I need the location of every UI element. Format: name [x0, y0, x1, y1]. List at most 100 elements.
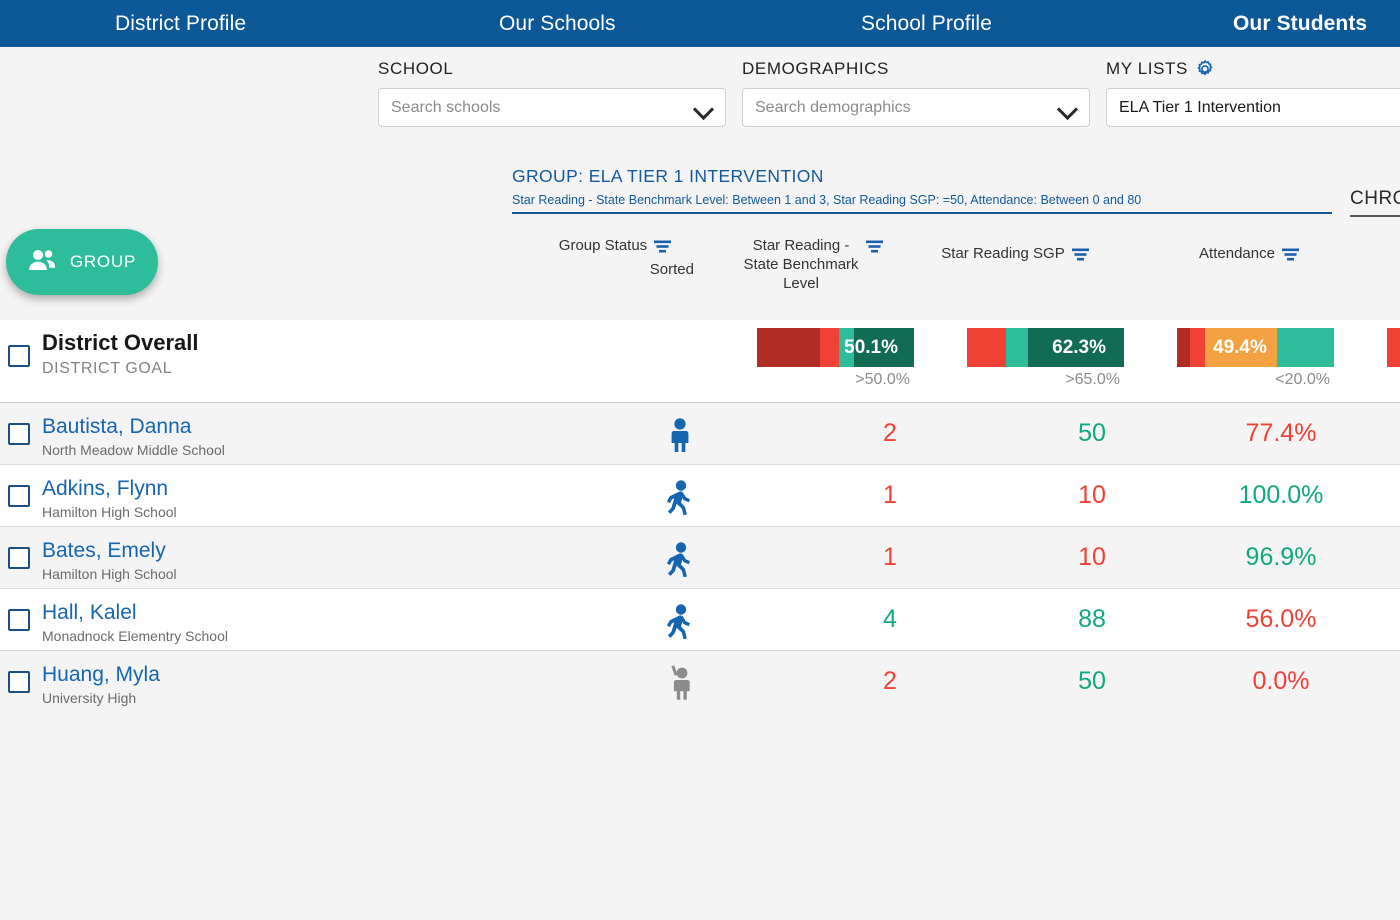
district-overall-row: District Overall DISTRICT GOAL 50.1% >50…: [0, 320, 1400, 403]
filter-icon[interactable]: [1071, 247, 1089, 261]
benchmark-value: 2: [883, 419, 897, 447]
sgp-value: 10: [1078, 543, 1106, 571]
student-name-cell: Bates, Emely Hamilton High School: [42, 539, 177, 582]
table-row[interactable]: Bautista, Danna North Meadow Middle Scho…: [0, 403, 1400, 465]
student-name-link[interactable]: Hall, Kalel: [42, 601, 228, 625]
people-icon: [28, 248, 58, 277]
filter-icon[interactable]: [865, 239, 883, 253]
sgp-value: 88: [1078, 605, 1106, 633]
row-checkbox[interactable]: [8, 423, 30, 445]
column-header-attendance: Attendance: [1174, 244, 1324, 263]
student-name-link[interactable]: Bates, Emely: [42, 539, 177, 563]
person-walking-icon: [595, 479, 765, 515]
column-header-benchmark-label: Star Reading - State Benchmark Level: [743, 236, 858, 293]
filter-bar: SCHOOL Search schools DEMOGRAPHICS Searc…: [0, 47, 1400, 159]
benchmark-bar-label: 50.1%: [844, 337, 898, 358]
attendance-value: 56.0%: [1245, 605, 1317, 633]
table-row[interactable]: Huang, Myla University High 2 50 0.0%: [0, 651, 1400, 713]
attendance-bar-track: 49.4%: [1177, 328, 1334, 367]
attendance-bar-label: 49.4%: [1213, 337, 1267, 358]
demographics-filter-group: DEMOGRAPHICS Search demographics: [742, 59, 1090, 127]
bar-segment: [819, 328, 839, 367]
student-name-cell: Hall, Kalel Monadnock Elementry School: [42, 601, 228, 644]
sgp-value: 50: [1078, 667, 1106, 695]
school-filter-label: SCHOOL: [378, 59, 454, 78]
bar-segment: [1277, 328, 1334, 367]
person-standing-icon: [595, 417, 765, 453]
bar-segment: [757, 328, 820, 367]
group-button[interactable]: GROUP: [6, 229, 158, 295]
sgp-bar-label: 62.3%: [1052, 337, 1106, 358]
demographics-filter-label: DEMOGRAPHICS: [742, 59, 889, 78]
sgp-bar-track: 62.3%: [967, 328, 1124, 367]
sgp-goal-text: >65.0%: [1065, 371, 1120, 388]
gear-icon[interactable]: [1195, 59, 1215, 79]
group-status-cell: [595, 417, 765, 453]
my-lists-value: ELA Tier 1 Intervention: [1119, 98, 1281, 116]
column-header-chronic: CHRO: [1385, 244, 1400, 263]
filter-icon[interactable]: [1281, 247, 1299, 261]
student-school: Hamilton High School: [42, 566, 177, 582]
bar-segment: [967, 328, 1007, 367]
group-status-cell: [595, 541, 765, 577]
attendance-value: 77.4%: [1245, 419, 1317, 447]
chronic-progress-bar: [1387, 328, 1400, 367]
benchmark-bar-track: 50.1%: [757, 328, 914, 367]
group-status-cell: [595, 603, 765, 639]
sgp-value: 50: [1078, 419, 1106, 447]
student-name-link[interactable]: Bautista, Danna: [42, 415, 225, 439]
demographics-search-placeholder: Search demographics: [755, 98, 911, 116]
group-status-cell: [595, 665, 765, 701]
attendance-goal-text: <20.0%: [1275, 371, 1330, 388]
student-name-cell: Huang, Myla University High: [42, 663, 160, 706]
column-header-sgp: Star Reading SGP: [920, 244, 1110, 263]
nav-item-our-schools[interactable]: Our Schools: [499, 12, 616, 36]
group-criteria: Star Reading - State Benchmark Level: Be…: [512, 187, 1332, 214]
students-table: District Overall DISTRICT GOAL 50.1% >50…: [0, 320, 1400, 713]
school-search-placeholder: Search schools: [391, 98, 501, 116]
table-row[interactable]: Adkins, Flynn Hamilton High School 1 10 …: [0, 465, 1400, 527]
chronic-bar-track: [1387, 328, 1400, 367]
row-checkbox[interactable]: [8, 547, 30, 569]
student-name-cell: Bautista, Danna North Meadow Middle Scho…: [42, 415, 225, 458]
district-overall-checkbox[interactable]: [8, 345, 30, 367]
filter-icon[interactable]: [654, 239, 672, 253]
student-school: University High: [42, 690, 137, 706]
student-name-link[interactable]: Adkins, Flynn: [42, 477, 177, 501]
row-checkbox[interactable]: [8, 485, 30, 507]
bar-segment: [1006, 328, 1029, 367]
chevron-down-icon: [1058, 102, 1077, 113]
demographics-search-input[interactable]: Search demographics: [742, 88, 1090, 127]
column-header-attendance-label: Attendance: [1199, 245, 1275, 262]
benchmark-label-line2: State Benchmark: [743, 256, 859, 273]
person-walking-icon: [595, 541, 765, 577]
student-school: Hamilton High School: [42, 504, 177, 520]
table-row[interactable]: Hall, Kalel Monadnock Elementry School 4…: [0, 589, 1400, 651]
group-status-cell: [595, 479, 765, 515]
school-filter-group: SCHOOL Search schools: [378, 59, 726, 127]
chronic-header-text: CHRO: [1350, 188, 1400, 217]
chevron-down-icon: [694, 102, 713, 113]
student-name-cell: Adkins, Flynn Hamilton High School: [42, 477, 177, 520]
column-header-benchmark: Star Reading - State Benchmark Level: [718, 236, 908, 293]
row-checkbox[interactable]: [8, 671, 30, 693]
nav-item-district-profile[interactable]: District Profile: [115, 12, 246, 36]
school-search-input[interactable]: Search schools: [378, 88, 726, 127]
benchmark-value: 1: [883, 481, 897, 509]
benchmark-value: 2: [883, 667, 897, 695]
column-header-group-status: Group Status Sorted: [530, 236, 700, 279]
my-lists-select[interactable]: ELA Tier 1 Intervention: [1106, 88, 1400, 127]
student-school: North Meadow Middle School: [42, 442, 225, 458]
nav-item-our-students[interactable]: Our Students: [1233, 12, 1367, 36]
sgp-value: 10: [1078, 481, 1106, 509]
nav-item-school-profile[interactable]: School Profile: [861, 12, 992, 36]
district-overall-name-cell: District Overall DISTRICT GOAL: [42, 331, 199, 378]
benchmark-label-line1: Star Reading -: [752, 237, 850, 254]
table-row[interactable]: Bates, Emely Hamilton High School 1 10 9…: [0, 527, 1400, 589]
district-overall-title: District Overall: [42, 330, 199, 355]
benchmark-progress-bar: 50.1% >50.0%: [757, 328, 914, 389]
row-checkbox[interactable]: [8, 609, 30, 631]
group-header: GROUP: ELA TIER 1 INTERVENTION Star Read…: [512, 166, 1332, 214]
group-title: GROUP: ELA TIER 1 INTERVENTION: [512, 166, 824, 186]
student-name-link[interactable]: Huang, Myla: [42, 663, 160, 687]
